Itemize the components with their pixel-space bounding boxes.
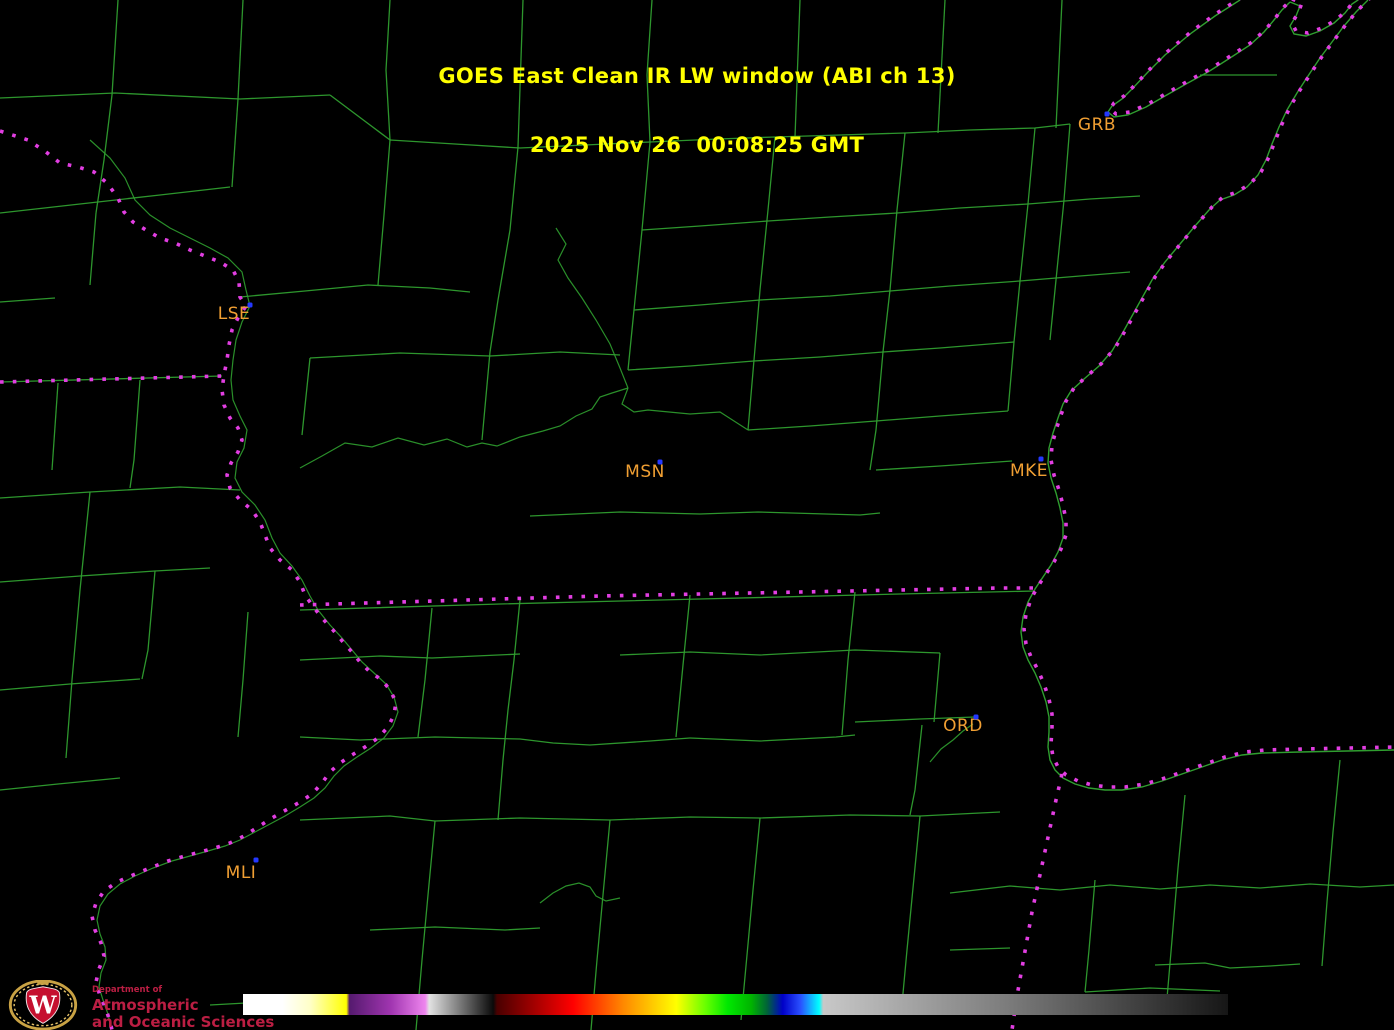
ir-colorbar	[243, 994, 1228, 1015]
station-dot-LSE	[247, 302, 253, 308]
logo-name-line1: Atmospheric	[92, 995, 199, 1014]
product-title-line1: GOES East Clean IR LW window (ABI ch 13)	[438, 64, 956, 88]
station-label-LSE: LSE	[217, 304, 251, 324]
logo-department-of: Department of	[92, 985, 163, 995]
uw-crest-icon: W	[8, 980, 78, 1030]
uw-aos-logo: W Department of Atmospheric and Oceanic …	[6, 980, 274, 1030]
station-label-MSN: MSN	[625, 462, 665, 482]
station-label-GRB: GRB	[1077, 115, 1117, 135]
logo-name-line2: and Oceanic Sciences	[92, 1012, 275, 1030]
station-dot-MLI	[253, 857, 259, 863]
station-dot-ORD	[973, 714, 979, 720]
river-lines	[89, 139, 974, 1029]
station-label-MKE: MKE	[1009, 461, 1049, 481]
station-dot-MKE	[1038, 456, 1044, 462]
satellite-map-viewport: GOES East Clean IR LW window (ABI ch 13)…	[0, 0, 1394, 1030]
product-title: GOES East Clean IR LW window (ABI ch 13)…	[0, 19, 1394, 203]
station-dot-GRB	[1104, 111, 1110, 117]
station-dot-MSN	[657, 459, 663, 465]
product-timestamp: 2025 Nov 26 00:08:25 GMT	[529, 133, 865, 157]
station-label-MLI: MLI	[225, 863, 257, 883]
uw-aos-logo-text: Department of Atmospheric and Oceanic Sc…	[92, 980, 274, 1030]
crest-letter: W	[29, 991, 58, 1020]
